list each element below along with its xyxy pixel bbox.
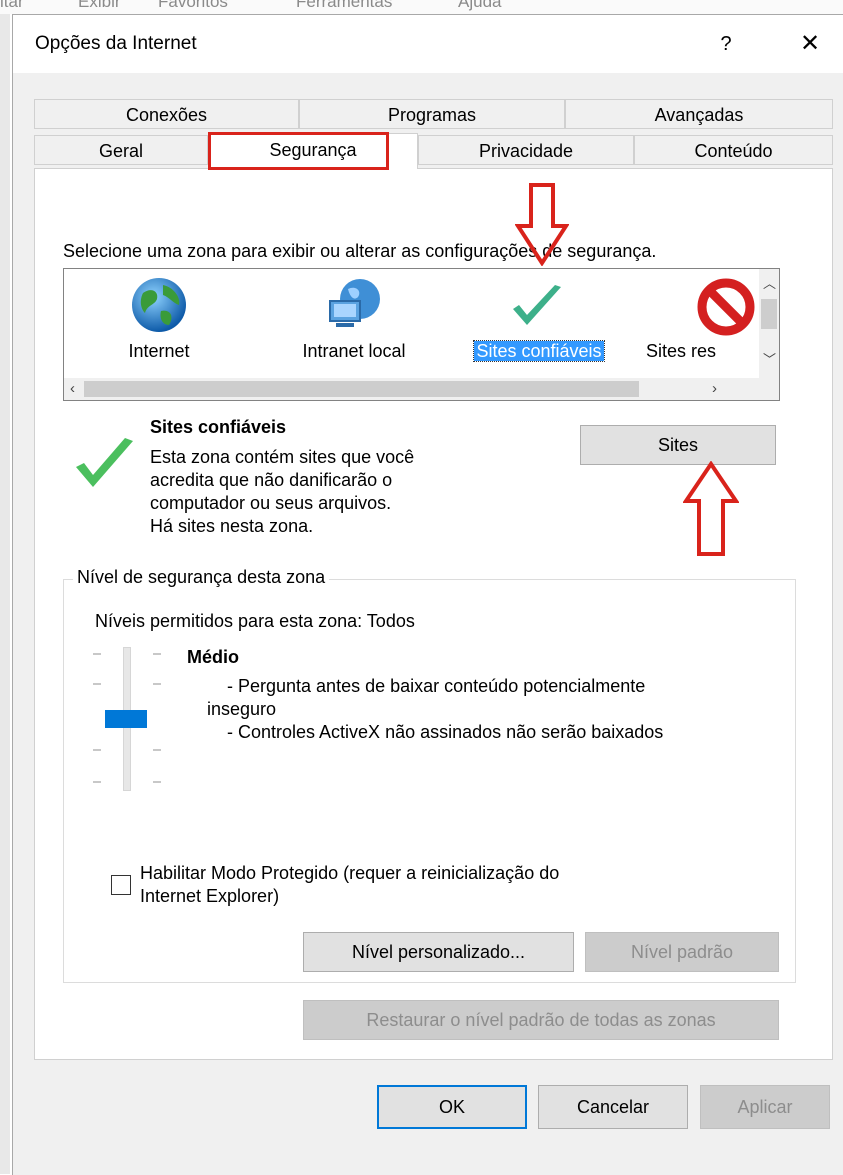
security-level-slider-thumb[interactable] (105, 710, 147, 728)
scroll-up-icon[interactable]: ︿ (763, 273, 776, 292)
zone-description-line: Esta zona contém sites que você (150, 447, 415, 467)
security-level-detail: - Controles ActiveX não assinados não se… (227, 722, 664, 742)
ok-button[interactable]: OK (377, 1085, 527, 1129)
intranet-icon (329, 279, 380, 327)
reset-all-zones-button[interactable]: Restaurar o nível padrão de todas as zon… (303, 1000, 779, 1040)
custom-level-button[interactable]: Nível personalizado... (303, 932, 574, 972)
dialog-title: Opções da Internet (35, 33, 197, 54)
zone-item-intranet-local[interactable]: Intranet local (264, 269, 444, 369)
globe-icon (132, 278, 186, 332)
tab-conteudo[interactable]: Conteúdo (634, 135, 833, 165)
scroll-thumb[interactable] (84, 381, 639, 397)
checkmark-icon (513, 285, 561, 325)
tab-conexoes[interactable]: Conexões (34, 99, 299, 129)
internet-options-dialog: Opções da Internet ? ✕ Conexões Programa… (12, 14, 843, 1175)
bg-menu-item: itar (0, 0, 24, 11)
zone-horizontal-scrollbar[interactable]: ‹ › (64, 378, 779, 400)
annotation-up-arrow-icon (683, 461, 739, 556)
security-level-detail: inseguro (207, 699, 277, 719)
security-level-group (63, 579, 796, 983)
allowed-levels-text: Níveis permitidos para esta zona: Todos (95, 611, 415, 631)
zone-list[interactable]: Internet Intranet local Sites confiáveis (63, 268, 780, 401)
slider-tick (153, 683, 161, 685)
slider-tick (153, 653, 161, 655)
slider-tick (153, 749, 161, 751)
zone-item-sites-confiaveis[interactable]: Sites confiáveis (459, 269, 619, 369)
tab-avancadas[interactable]: Avançadas (565, 99, 833, 129)
help-button[interactable]: ? (711, 29, 741, 59)
protected-mode-label[interactable]: Habilitar Modo Protegido (requer a reini… (140, 863, 559, 884)
bg-menu-item: Ferramentas (296, 0, 393, 11)
bg-menu-item: Favoritos (158, 0, 228, 11)
restricted-icon (697, 278, 755, 336)
scroll-down-icon[interactable]: ﹀ (763, 349, 776, 368)
close-button[interactable]: ✕ (795, 29, 825, 59)
tab-privacidade[interactable]: Privacidade (418, 135, 634, 165)
zone-label: Intranet local (302, 341, 406, 361)
zone-description-line: Há sites nesta zona. (150, 516, 314, 536)
slider-tick (93, 749, 101, 751)
apply-button[interactable]: Aplicar (700, 1085, 830, 1129)
background-menu-bar: itar Exibir Favoritos Ferramentas Ajuda (0, 0, 843, 14)
slider-tick (93, 683, 101, 685)
protected-mode-label[interactable]: Internet Explorer) (140, 886, 279, 907)
scroll-right-icon[interactable]: › (712, 380, 717, 397)
default-level-button[interactable]: Nível padrão (585, 932, 779, 972)
protected-mode-checkbox[interactable] (111, 875, 131, 895)
annotation-highlight-box (208, 132, 389, 170)
zone-description-line: computador ou seus arquivos. (150, 493, 392, 513)
security-tab-panel: Selecione uma zona para exibir ou altera… (34, 168, 833, 1060)
tab-programas[interactable]: Programas (299, 99, 565, 129)
zone-vertical-scrollbar[interactable]: ︿ ﹀ (759, 269, 779, 379)
selected-zone-name: Sites confiáveis (150, 417, 287, 437)
sites-button[interactable]: Sites (580, 425, 776, 465)
zone-item-sites-restritos[interactable]: Sites res (646, 269, 755, 369)
slider-tick (153, 781, 161, 783)
annotation-down-arrow-icon (515, 183, 569, 266)
trusted-checkmark-icon (76, 438, 133, 487)
cancel-button[interactable]: Cancelar (538, 1085, 688, 1129)
title-bar: Opções da Internet ? ✕ (13, 15, 843, 73)
security-level-name: Médio (187, 647, 239, 667)
security-level-detail: - Pergunta antes de baixar conteúdo pote… (227, 676, 646, 696)
background-window-edge (0, 14, 10, 1174)
bg-menu-item: Exibir (78, 0, 121, 11)
slider-tick (93, 653, 101, 655)
scroll-left-icon[interactable]: ‹ (70, 380, 75, 397)
bg-menu-item: Ajuda (458, 0, 502, 11)
zone-label: Internet (128, 341, 190, 361)
zone-item-internet[interactable]: Internet (84, 269, 234, 369)
zone-label: Sites res (646, 341, 717, 361)
zone-description-line: acredita que não danificarão o (150, 470, 393, 490)
zone-label: Sites confiáveis (473, 340, 605, 362)
slider-tick (93, 781, 101, 783)
tab-geral[interactable]: Geral (34, 135, 208, 165)
scroll-thumb[interactable] (761, 299, 777, 329)
security-level-group-title: Nível de segurança desta zona (73, 567, 330, 588)
